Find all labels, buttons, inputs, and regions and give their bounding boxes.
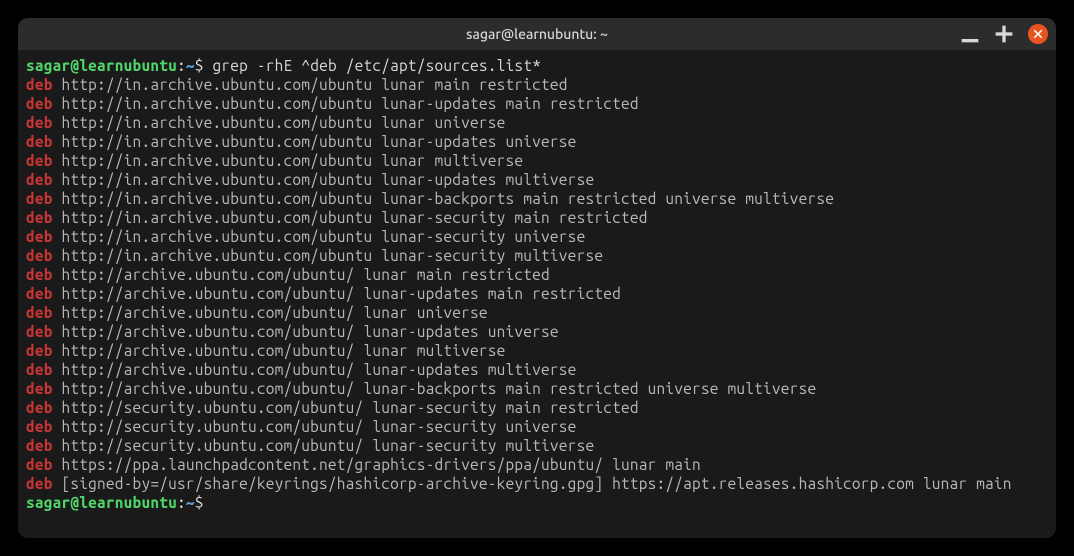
grep-match: deb [26, 228, 53, 245]
output-text: http://in.archive.ubuntu.com/ubuntu luna… [53, 228, 586, 245]
output-text: http://in.archive.ubuntu.com/ubuntu luna… [53, 247, 604, 264]
output-line: deb https://ppa.launchpadcontent.net/gra… [26, 455, 1048, 474]
output-line: deb http://in.archive.ubuntu.com/ubuntu … [26, 94, 1048, 113]
output-text: https://ppa.launchpadcontent.net/graphic… [53, 456, 701, 473]
grep-match: deb [26, 475, 53, 492]
output-line: deb http://in.archive.ubuntu.com/ubuntu … [26, 246, 1048, 265]
grep-match: deb [26, 285, 53, 302]
grep-match: deb [26, 342, 53, 359]
prompt-sep: : [177, 57, 186, 74]
output-container: deb http://in.archive.ubuntu.com/ubuntu … [26, 75, 1048, 493]
output-text: http://archive.ubuntu.com/ubuntu/ lunar … [53, 266, 550, 283]
output-line: deb http://in.archive.ubuntu.com/ubuntu … [26, 208, 1048, 227]
output-line: deb http://in.archive.ubuntu.com/ubuntu … [26, 151, 1048, 170]
grep-match: deb [26, 361, 53, 378]
output-text: http://security.ubuntu.com/ubuntu/ lunar… [53, 418, 577, 435]
output-line: deb http://security.ubuntu.com/ubuntu/ l… [26, 398, 1048, 417]
output-line: deb http://in.archive.ubuntu.com/ubuntu … [26, 75, 1048, 94]
prompt-user-host: sagar@learnubuntu [26, 57, 177, 74]
output-line: deb http://archive.ubuntu.com/ubuntu/ lu… [26, 379, 1048, 398]
prompt-line-2: sagar@learnubuntu:~$ [26, 493, 1048, 512]
grep-match: deb [26, 418, 53, 435]
grep-match: deb [26, 456, 53, 473]
output-line: deb http://archive.ubuntu.com/ubuntu/ lu… [26, 265, 1048, 284]
grep-match: deb [26, 76, 53, 93]
output-text: http://archive.ubuntu.com/ubuntu/ lunar-… [53, 361, 577, 378]
output-text: http://archive.ubuntu.com/ubuntu/ lunar-… [53, 323, 559, 340]
output-line: deb http://security.ubuntu.com/ubuntu/ l… [26, 417, 1048, 436]
output-text: http://archive.ubuntu.com/ubuntu/ lunar-… [53, 380, 817, 397]
output-text: http://in.archive.ubuntu.com/ubuntu luna… [53, 95, 639, 112]
close-icon [1033, 29, 1043, 39]
title-bar: sagar@learnubuntu: ~ [18, 18, 1056, 50]
prompt-line: sagar@learnubuntu:~$ grep -rhE ^deb /etc… [26, 56, 1048, 75]
grep-match: deb [26, 209, 53, 226]
grep-match: deb [26, 437, 53, 454]
output-text: http://archive.ubuntu.com/ubuntu/ lunar-… [53, 285, 621, 302]
maximize-button[interactable] [994, 24, 1014, 44]
output-line: deb http://archive.ubuntu.com/ubuntu/ lu… [26, 360, 1048, 379]
minimize-icon [960, 24, 980, 44]
grep-match: deb [26, 304, 53, 321]
window-controls [960, 24, 1048, 44]
prompt-dollar: $ [195, 57, 213, 74]
output-line: deb http://archive.ubuntu.com/ubuntu/ lu… [26, 341, 1048, 360]
output-line: deb http://in.archive.ubuntu.com/ubuntu … [26, 170, 1048, 189]
terminal-window: sagar@learnubuntu: ~ sagar@learnubuntu:~… [18, 18, 1056, 538]
output-text: http://in.archive.ubuntu.com/ubuntu luna… [53, 190, 834, 207]
output-text: [signed-by=/usr/share/keyrings/hashicorp… [53, 475, 1012, 492]
maximize-icon [994, 24, 1014, 44]
window-title: sagar@learnubuntu: ~ [466, 26, 608, 42]
output-line: deb http://archive.ubuntu.com/ubuntu/ lu… [26, 303, 1048, 322]
grep-match: deb [26, 247, 53, 264]
command-text: grep -rhE ^deb /etc/apt/sources.list* [213, 57, 542, 74]
output-text: http://in.archive.ubuntu.com/ubuntu luna… [53, 76, 568, 93]
grep-match: deb [26, 399, 53, 416]
prompt-user-host: sagar@learnubuntu [26, 494, 177, 511]
grep-match: deb [26, 152, 53, 169]
output-line: deb http://archive.ubuntu.com/ubuntu/ lu… [26, 322, 1048, 341]
minimize-button[interactable] [960, 24, 980, 44]
output-line: deb [signed-by=/usr/share/keyrings/hashi… [26, 474, 1048, 493]
output-line: deb http://security.ubuntu.com/ubuntu/ l… [26, 436, 1048, 455]
prompt-path: ~ [186, 494, 195, 511]
output-text: http://in.archive.ubuntu.com/ubuntu luna… [53, 152, 524, 169]
grep-match: deb [26, 190, 53, 207]
prompt-path: ~ [186, 57, 195, 74]
output-text: http://in.archive.ubuntu.com/ubuntu luna… [53, 133, 577, 150]
output-text: http://in.archive.ubuntu.com/ubuntu luna… [53, 171, 595, 188]
prompt-dollar: $ [195, 494, 213, 511]
output-text: http://security.ubuntu.com/ubuntu/ lunar… [53, 399, 639, 416]
grep-match: deb [26, 133, 53, 150]
output-line: deb http://in.archive.ubuntu.com/ubuntu … [26, 227, 1048, 246]
output-line: deb http://in.archive.ubuntu.com/ubuntu … [26, 113, 1048, 132]
grep-match: deb [26, 95, 53, 112]
grep-match: deb [26, 323, 53, 340]
close-button[interactable] [1028, 24, 1048, 44]
output-text: http://archive.ubuntu.com/ubuntu/ lunar … [53, 342, 506, 359]
grep-match: deb [26, 114, 53, 131]
output-text: http://security.ubuntu.com/ubuntu/ lunar… [53, 437, 595, 454]
prompt-sep: : [177, 494, 186, 511]
output-text: http://in.archive.ubuntu.com/ubuntu luna… [53, 114, 506, 131]
terminal-body[interactable]: sagar@learnubuntu:~$ grep -rhE ^deb /etc… [18, 50, 1056, 538]
grep-match: deb [26, 266, 53, 283]
output-line: deb http://in.archive.ubuntu.com/ubuntu … [26, 189, 1048, 208]
grep-match: deb [26, 171, 53, 188]
output-text: http://archive.ubuntu.com/ubuntu/ lunar … [53, 304, 488, 321]
output-line: deb http://in.archive.ubuntu.com/ubuntu … [26, 132, 1048, 151]
grep-match: deb [26, 380, 53, 397]
output-line: deb http://archive.ubuntu.com/ubuntu/ lu… [26, 284, 1048, 303]
output-text: http://in.archive.ubuntu.com/ubuntu luna… [53, 209, 648, 226]
